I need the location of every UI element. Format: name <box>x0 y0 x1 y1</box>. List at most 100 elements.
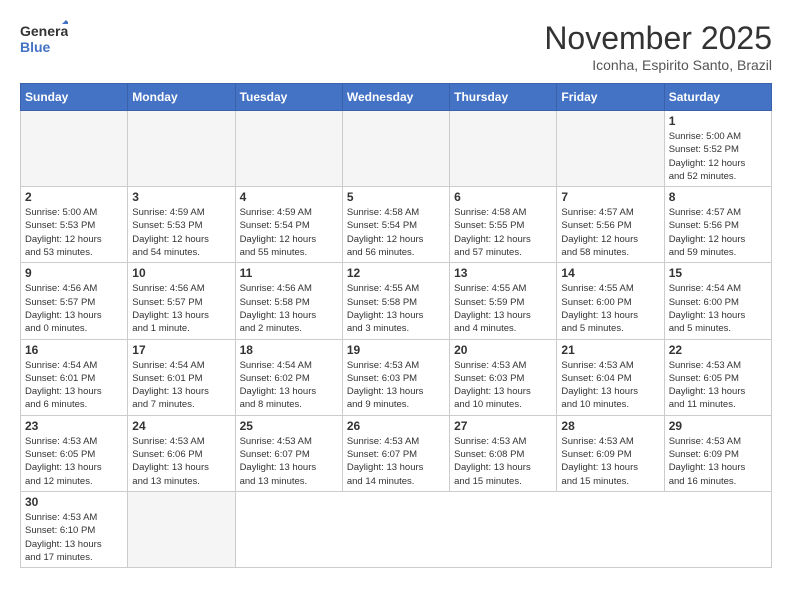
day-info: Sunrise: 4:53 AM Sunset: 6:09 PM Dayligh… <box>561 435 659 488</box>
day-number: 7 <box>561 190 659 204</box>
day-number: 10 <box>132 266 230 280</box>
day-number: 8 <box>669 190 767 204</box>
day-info: Sunrise: 5:00 AM Sunset: 5:53 PM Dayligh… <box>25 206 123 259</box>
day-number: 6 <box>454 190 552 204</box>
calendar-table: SundayMondayTuesdayWednesdayThursdayFrid… <box>20 83 772 568</box>
day-cell-12: 12 Sunrise: 4:55 AM Sunset: 5:58 PM Dayli… <box>342 263 449 339</box>
day-cell-6: 6 Sunrise: 4:58 AM Sunset: 5:55 PM Daylig… <box>450 187 557 263</box>
day-number: 3 <box>132 190 230 204</box>
day-cell-23: 23 Sunrise: 4:53 AM Sunset: 6:05 PM Dayli… <box>21 415 128 491</box>
day-info: Sunrise: 4:53 AM Sunset: 6:09 PM Dayligh… <box>669 435 767 488</box>
day-number: 26 <box>347 419 445 433</box>
day-number: 19 <box>347 343 445 357</box>
day-info: Sunrise: 4:55 AM Sunset: 5:59 PM Dayligh… <box>454 282 552 335</box>
day-info: Sunrise: 4:55 AM Sunset: 5:58 PM Dayligh… <box>347 282 445 335</box>
day-cell-20: 20Sunrise: 4:53 AM Sunset: 6:03 PM Dayli… <box>450 339 557 415</box>
empty-cell <box>128 491 235 567</box>
location: Iconha, Espirito Santo, Brazil <box>544 57 772 73</box>
day-number: 11 <box>240 266 338 280</box>
weekday-header-friday: Friday <box>557 84 664 111</box>
empty-cell <box>21 111 128 187</box>
day-cell-25: 25Sunrise: 4:53 AM Sunset: 6:07 PM Dayli… <box>235 415 342 491</box>
day-cell-18: 18 Sunrise: 4:54 AM Sunset: 6:02 PM Dayli… <box>235 339 342 415</box>
day-number: 24 <box>132 419 230 433</box>
day-cell-2: 2 Sunrise: 5:00 AM Sunset: 5:53 PM Daylig… <box>21 187 128 263</box>
day-number: 15 <box>669 266 767 280</box>
day-info: Sunrise: 4:58 AM Sunset: 5:54 PM Dayligh… <box>347 206 445 259</box>
day-cell-14: 14 Sunrise: 4:55 AM Sunset: 6:00 PM Dayli… <box>557 263 664 339</box>
day-cell-22: 22 Sunrise: 4:53 AM Sunset: 6:05 PM Dayli… <box>664 339 771 415</box>
day-info: Sunrise: 4:53 AM Sunset: 6:10 PM Dayligh… <box>25 511 123 564</box>
logo: General Blue <box>20 20 68 56</box>
day-number: 25 <box>240 419 338 433</box>
day-info: Sunrise: 5:00 AM Sunset: 5:52 PM Dayligh… <box>669 130 767 183</box>
day-cell-9: 9Sunrise: 4:56 AM Sunset: 5:57 PM Daylig… <box>21 263 128 339</box>
day-info: Sunrise: 4:53 AM Sunset: 6:06 PM Dayligh… <box>132 435 230 488</box>
day-info: Sunrise: 4:56 AM Sunset: 5:57 PM Dayligh… <box>25 282 123 335</box>
day-number: 18 <box>240 343 338 357</box>
day-cell-5: 5 Sunrise: 4:58 AM Sunset: 5:54 PM Daylig… <box>342 187 449 263</box>
day-info: Sunrise: 4:58 AM Sunset: 5:55 PM Dayligh… <box>454 206 552 259</box>
day-number: 14 <box>561 266 659 280</box>
weekday-header-wednesday: Wednesday <box>342 84 449 111</box>
day-cell-7: 7 Sunrise: 4:57 AM Sunset: 5:56 PM Daylig… <box>557 187 664 263</box>
day-info: Sunrise: 4:53 AM Sunset: 6:05 PM Dayligh… <box>25 435 123 488</box>
day-info: Sunrise: 4:55 AM Sunset: 6:00 PM Dayligh… <box>561 282 659 335</box>
day-cell-13: 13 Sunrise: 4:55 AM Sunset: 5:59 PM Dayli… <box>450 263 557 339</box>
day-cell-1: 1 Sunrise: 5:00 AM Sunset: 5:52 PM Daylig… <box>664 111 771 187</box>
empty-cell <box>342 111 449 187</box>
day-info: Sunrise: 4:54 AM Sunset: 6:02 PM Dayligh… <box>240 359 338 412</box>
day-info: Sunrise: 4:59 AM Sunset: 5:53 PM Dayligh… <box>132 206 230 259</box>
day-info: Sunrise: 4:57 AM Sunset: 5:56 PM Dayligh… <box>669 206 767 259</box>
day-cell-15: 15 Sunrise: 4:54 AM Sunset: 6:00 PM Dayli… <box>664 263 771 339</box>
day-info: Sunrise: 4:53 AM Sunset: 6:05 PM Dayligh… <box>669 359 767 412</box>
day-cell-28: 28Sunrise: 4:53 AM Sunset: 6:09 PM Dayli… <box>557 415 664 491</box>
day-number: 20 <box>454 343 552 357</box>
weekday-header-thursday: Thursday <box>450 84 557 111</box>
day-number: 17 <box>132 343 230 357</box>
generalblue-logo-icon: General Blue <box>20 20 68 56</box>
day-number: 5 <box>347 190 445 204</box>
day-number: 27 <box>454 419 552 433</box>
day-cell-27: 27Sunrise: 4:53 AM Sunset: 6:08 PM Dayli… <box>450 415 557 491</box>
empty-cell <box>128 111 235 187</box>
day-cell-10: 10 Sunrise: 4:56 AM Sunset: 5:57 PM Dayli… <box>128 263 235 339</box>
weekday-header-monday: Monday <box>128 84 235 111</box>
day-number: 23 <box>25 419 123 433</box>
day-info: Sunrise: 4:54 AM Sunset: 6:00 PM Dayligh… <box>669 282 767 335</box>
day-number: 16 <box>25 343 123 357</box>
day-cell-16: 16 Sunrise: 4:54 AM Sunset: 6:01 PM Dayli… <box>21 339 128 415</box>
weekday-header-sunday: Sunday <box>21 84 128 111</box>
day-cell-19: 19 Sunrise: 4:53 AM Sunset: 6:03 PM Dayli… <box>342 339 449 415</box>
day-number: 22 <box>669 343 767 357</box>
day-cell-4: 4Sunrise: 4:59 AM Sunset: 5:54 PM Daylig… <box>235 187 342 263</box>
empty-cell <box>235 111 342 187</box>
day-number: 2 <box>25 190 123 204</box>
day-number: 12 <box>347 266 445 280</box>
month-title: November 2025 <box>544 20 772 57</box>
day-cell-29: 29 Sunrise: 4:53 AM Sunset: 6:09 PM Dayli… <box>664 415 771 491</box>
day-info: Sunrise: 4:53 AM Sunset: 6:07 PM Dayligh… <box>347 435 445 488</box>
day-cell-26: 26 Sunrise: 4:53 AM Sunset: 6:07 PM Dayli… <box>342 415 449 491</box>
day-number: 29 <box>669 419 767 433</box>
day-info: Sunrise: 4:56 AM Sunset: 5:57 PM Dayligh… <box>132 282 230 335</box>
day-cell-3: 3 Sunrise: 4:59 AM Sunset: 5:53 PM Daylig… <box>128 187 235 263</box>
day-cell-30: 30Sunrise: 4:53 AM Sunset: 6:10 PM Dayli… <box>21 491 128 567</box>
day-info: Sunrise: 4:59 AM Sunset: 5:54 PM Dayligh… <box>240 206 338 259</box>
day-number: 21 <box>561 343 659 357</box>
day-info: Sunrise: 4:54 AM Sunset: 6:01 PM Dayligh… <box>132 359 230 412</box>
empty-cell <box>450 111 557 187</box>
weekday-header-saturday: Saturday <box>664 84 771 111</box>
day-info: Sunrise: 4:54 AM Sunset: 6:01 PM Dayligh… <box>25 359 123 412</box>
day-number: 1 <box>669 114 767 128</box>
day-info: Sunrise: 4:53 AM Sunset: 6:04 PM Dayligh… <box>561 359 659 412</box>
title-block: November 2025 Iconha, Espirito Santo, Br… <box>544 20 772 73</box>
day-info: Sunrise: 4:56 AM Sunset: 5:58 PM Dayligh… <box>240 282 338 335</box>
day-number: 13 <box>454 266 552 280</box>
day-cell-24: 24 Sunrise: 4:53 AM Sunset: 6:06 PM Dayli… <box>128 415 235 491</box>
day-cell-11: 11 Sunrise: 4:56 AM Sunset: 5:58 PM Dayli… <box>235 263 342 339</box>
empty-cell <box>557 111 664 187</box>
svg-text:Blue: Blue <box>20 39 51 55</box>
day-info: Sunrise: 4:57 AM Sunset: 5:56 PM Dayligh… <box>561 206 659 259</box>
day-info: Sunrise: 4:53 AM Sunset: 6:03 PM Dayligh… <box>347 359 445 412</box>
